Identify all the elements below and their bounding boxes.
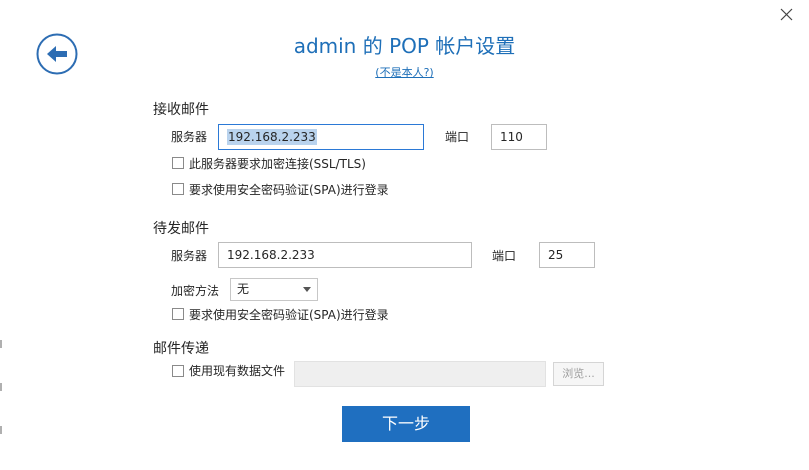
incoming-server-value: 192.168.2.233 xyxy=(227,129,317,145)
outgoing-server-input[interactable]: 192.168.2.233 xyxy=(218,242,472,268)
incoming-spa-checkbox[interactable] xyxy=(172,183,184,195)
encryption-method-select[interactable]: 无 xyxy=(230,278,318,301)
incoming-port-label: 端口 xyxy=(445,130,470,144)
mail-delivery-heading: 邮件传递 xyxy=(153,341,209,357)
close-icon xyxy=(780,8,793,21)
outgoing-spa-checkbox[interactable] xyxy=(172,308,184,320)
outgoing-mail-heading: 待发邮件 xyxy=(153,221,209,237)
outgoing-server-label: 服务器 xyxy=(171,249,208,263)
chevron-down-icon xyxy=(303,287,311,292)
outgoing-port-input[interactable]: 25 xyxy=(539,242,595,268)
window-edge-mark xyxy=(0,340,2,348)
incoming-server-label: 服务器 xyxy=(171,130,208,144)
ssl-checkbox-label: 此服务器要求加密连接(SSL/TLS) xyxy=(189,157,366,171)
close-button[interactable] xyxy=(778,6,796,24)
incoming-server-input[interactable]: 192.168.2.233 xyxy=(218,124,424,150)
existing-data-file-checkbox[interactable] xyxy=(172,365,184,377)
incoming-port-input[interactable]: 110 xyxy=(491,124,547,150)
incoming-spa-checkbox-label: 要求使用安全密码验证(SPA)进行登录 xyxy=(189,183,389,197)
browse-button: 浏览... xyxy=(553,362,604,386)
not-me-link[interactable]: (不是本人?) xyxy=(0,64,809,80)
outgoing-spa-checkbox-label: 要求使用安全密码验证(SPA)进行登录 xyxy=(189,308,389,322)
page-title: admin 的 POP 帐户设置 xyxy=(293,34,516,58)
existing-data-file-label: 使用现有数据文件 xyxy=(189,364,286,378)
data-file-path-input xyxy=(294,361,546,387)
window-edge-mark xyxy=(0,383,2,391)
next-button[interactable]: 下一步 xyxy=(342,406,470,442)
encryption-method-value: 无 xyxy=(237,282,250,296)
outgoing-port-label: 端口 xyxy=(492,249,517,263)
incoming-mail-heading: 接收邮件 xyxy=(153,102,209,118)
window-edge-mark xyxy=(0,426,2,434)
encryption-method-label: 加密方法 xyxy=(171,284,220,298)
ssl-checkbox[interactable] xyxy=(172,157,184,169)
